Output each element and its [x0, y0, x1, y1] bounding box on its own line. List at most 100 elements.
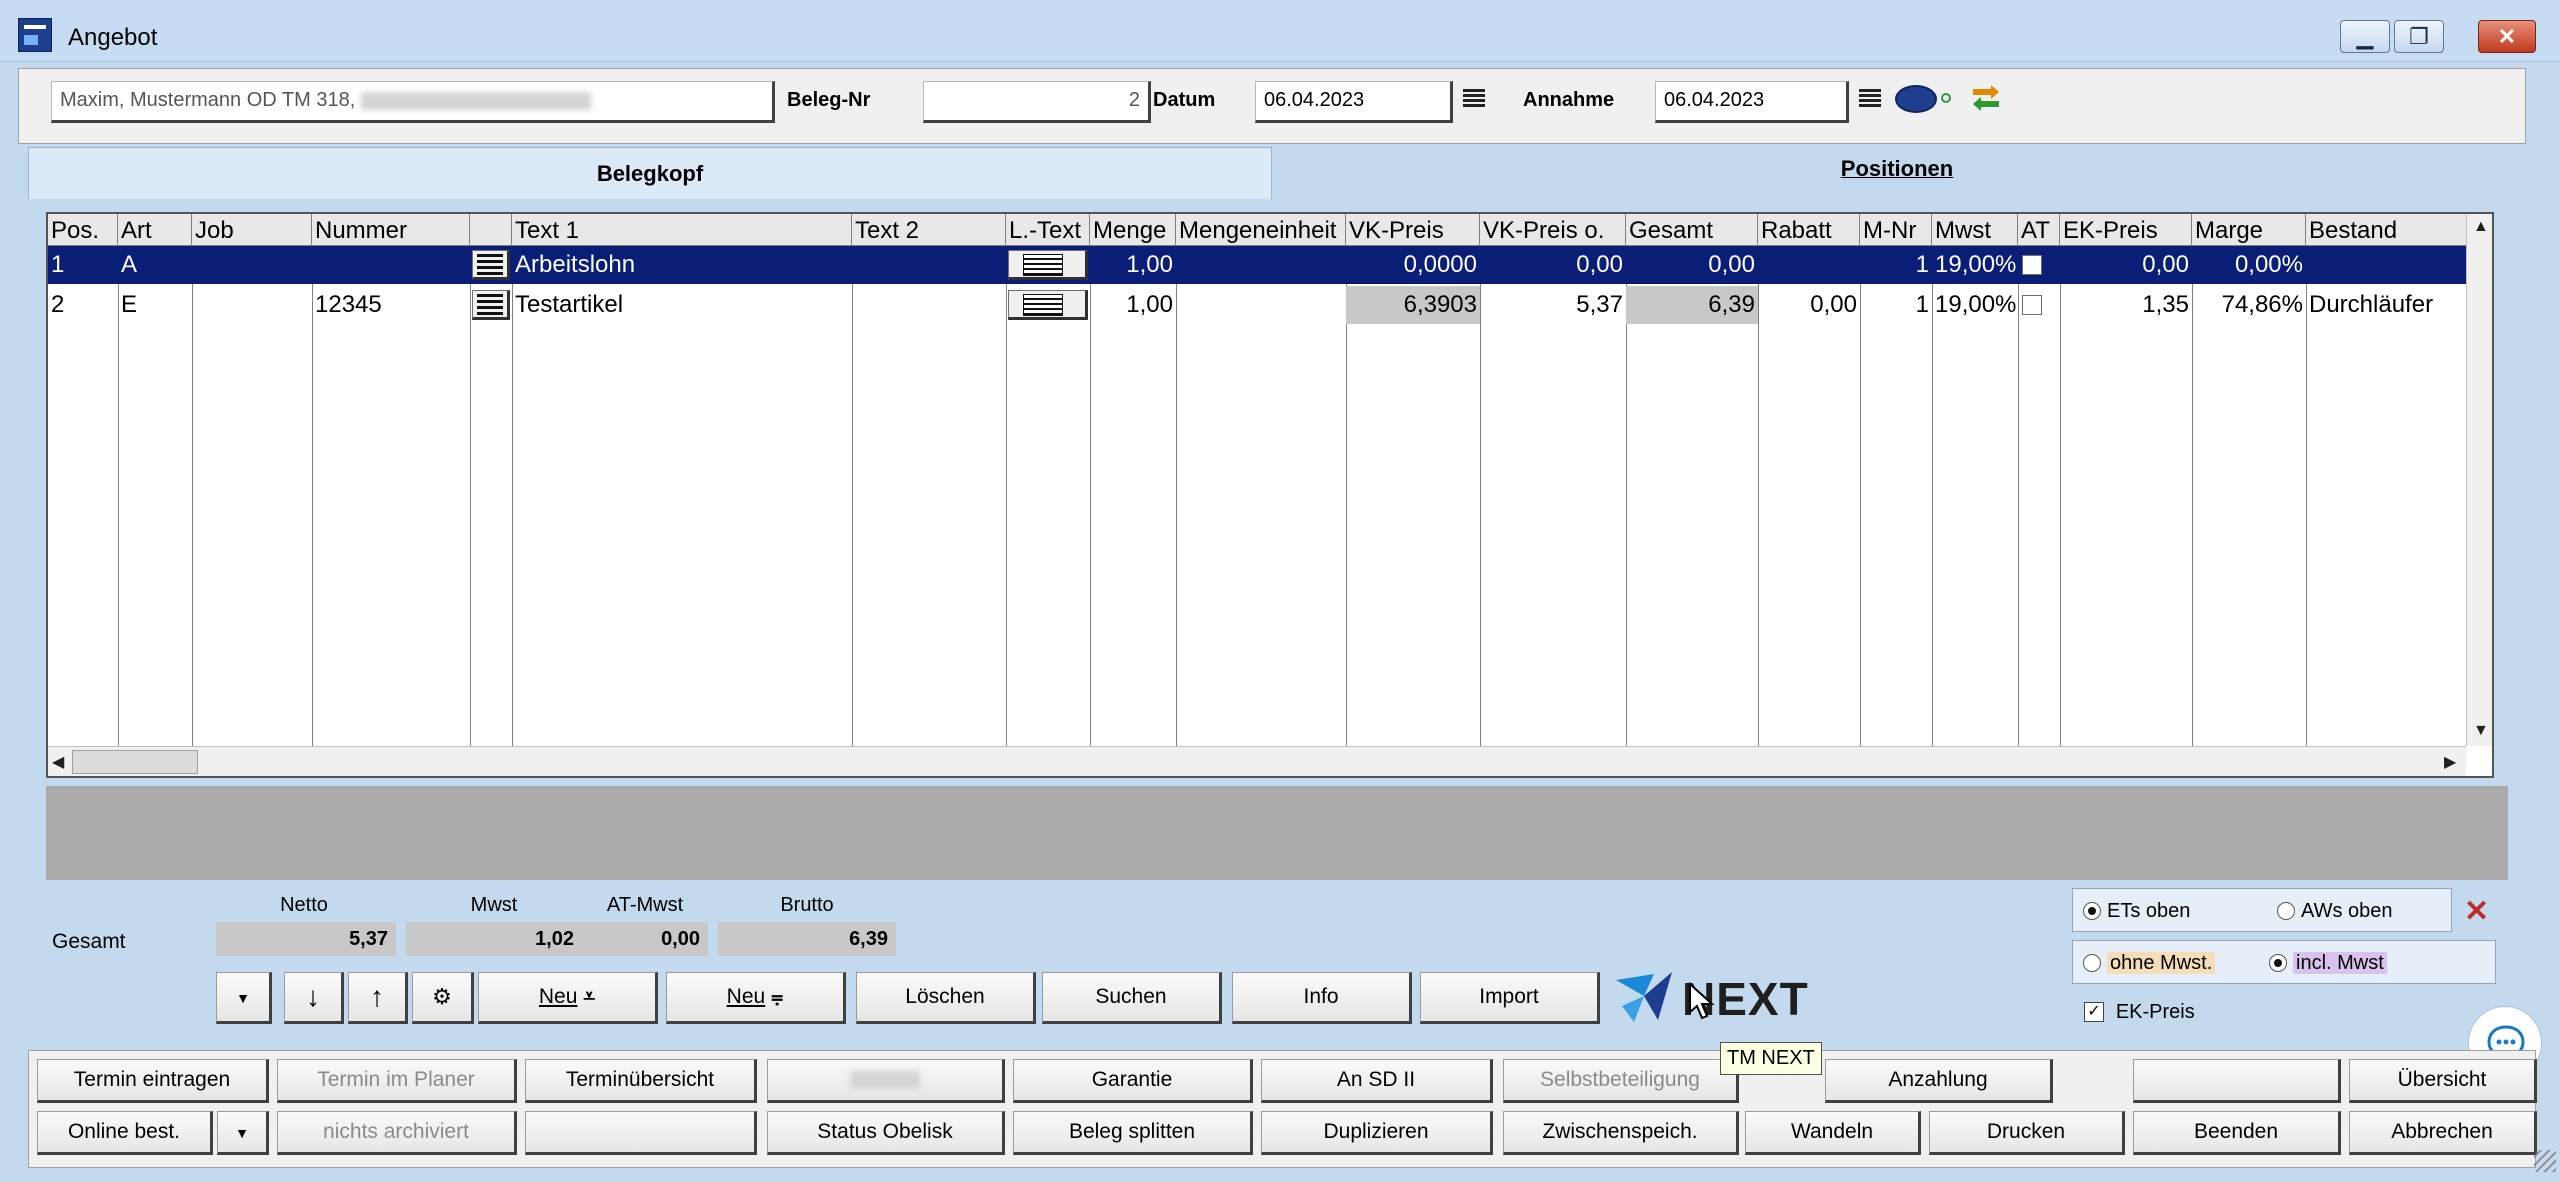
ohne-mwst-option[interactable]: ohne Mwst.	[2083, 951, 2216, 975]
col-nummer[interactable]: Nummer	[312, 214, 470, 246]
cell-menge: 1,00	[1126, 291, 1173, 318]
info-button[interactable]: Info	[1232, 972, 1412, 1024]
ek-preis-checkbox[interactable]: ✓	[2084, 1002, 2104, 1023]
redacted-button[interactable]	[767, 1059, 1005, 1103]
exchange-arrows-icon[interactable]	[1971, 83, 2001, 113]
col-menge[interactable]: Menge	[1090, 214, 1176, 246]
col-job[interactable]: Job	[192, 214, 312, 246]
col-vk-preis[interactable]: VK-Preis	[1346, 214, 1480, 246]
footer-button-panel: Termin eintragen Termin im Planer Termin…	[28, 1050, 2537, 1168]
minimize-button[interactable]: ▁	[2340, 20, 2390, 53]
tab-belegkopf[interactable]: Belegkopf	[28, 147, 1272, 199]
aws-oben-radio[interactable]	[2277, 902, 2295, 921]
positions-grid[interactable]: Pos. Art Job Nummer Text 1 Text 2 L.-Tex…	[46, 212, 2494, 778]
scroll-right-icon[interactable]: ▶	[2444, 752, 2456, 772]
ets-oben-option[interactable]: ETs oben	[2083, 899, 2190, 923]
duplizieren-button[interactable]: Duplizieren	[1261, 1111, 1493, 1155]
scroll-up-icon[interactable]: ▲	[2473, 218, 2489, 236]
table-row-selected[interactable]: 1 A Arbeitslohn 1,00 0,0000 0,00 0,00 1 …	[48, 246, 2466, 284]
col-rabatt[interactable]: Rabatt	[1758, 214, 1860, 246]
long-text-icon[interactable]	[1008, 250, 1088, 280]
table-row[interactable]: 2 E 12345 Testartikel 1,00 6,3903 5,37 6…	[48, 286, 2466, 324]
col-doc[interactable]	[470, 214, 512, 246]
nichts-archiviert-button[interactable]: nichts archiviert	[277, 1111, 517, 1155]
long-text-icon[interactable]	[1008, 290, 1088, 320]
resize-grip-icon[interactable]	[2534, 1150, 2556, 1172]
scroll-left-icon[interactable]: ◀	[52, 752, 64, 772]
cell-vk-preis-o: 5,37	[1576, 291, 1623, 318]
beleg-splitten-button[interactable]: Beleg splitten	[1013, 1111, 1253, 1155]
beenden-button[interactable]: Beenden	[2133, 1111, 2341, 1155]
drucken-button[interactable]: Drucken	[1929, 1111, 2125, 1155]
uebersicht-button[interactable]: Übersicht	[2349, 1059, 2537, 1103]
datum-field[interactable]: 06.04.2023	[1255, 81, 1453, 123]
settings-button[interactable]: ⚙	[412, 972, 474, 1024]
wandeln-button[interactable]: Wandeln	[1745, 1111, 1921, 1155]
anzahlung-button[interactable]: Anzahlung	[1825, 1059, 2053, 1103]
move-down-button[interactable]: ↓	[284, 972, 344, 1024]
col-bestand[interactable]: Bestand	[2306, 214, 2466, 246]
tab-positionen[interactable]: Positionen	[1272, 147, 2522, 199]
incl-mwst-radio[interactable]	[2269, 954, 2287, 973]
col-pos[interactable]: Pos.	[48, 214, 118, 246]
abbrechen-button[interactable]: Abbrechen	[2349, 1111, 2537, 1155]
scroll-down-icon[interactable]: ▼	[2473, 722, 2489, 740]
incl-mwst-option[interactable]: incl. Mwst	[2269, 951, 2387, 975]
document-list-icon[interactable]	[472, 250, 510, 280]
col-art[interactable]: Art	[118, 214, 192, 246]
ets-oben-radio[interactable]	[2083, 902, 2101, 921]
beleg-nr-field[interactable]: 2	[923, 81, 1151, 123]
aws-oben-label: AWs oben	[2301, 899, 2393, 922]
col-gesamt[interactable]: Gesamt	[1626, 214, 1758, 246]
aws-oben-option[interactable]: AWs oben	[2277, 899, 2393, 923]
neu-below-button[interactable]: Neu ⩡	[478, 972, 658, 1024]
import-button[interactable]: Import	[1420, 972, 1600, 1024]
dropdown-button[interactable]: ▼	[216, 972, 272, 1024]
horizontal-scrollbar[interactable]: ◀ ▶	[48, 746, 2466, 776]
vertical-scrollbar[interactable]: ▲ ▼	[2466, 214, 2492, 746]
neu-between-button[interactable]: Neu ⩦	[666, 972, 846, 1024]
col-marge[interactable]: Marge	[2192, 214, 2306, 246]
loeschen-button[interactable]: Löschen	[856, 972, 1036, 1024]
col-text2[interactable]: Text 2	[852, 214, 1006, 246]
status-obelisk-button[interactable]: Status Obelisk	[767, 1111, 1005, 1155]
suchen-button[interactable]: Suchen	[1042, 972, 1222, 1024]
at-checkbox[interactable]	[2022, 295, 2042, 315]
termin-eintragen-button[interactable]: Termin eintragen	[37, 1059, 269, 1103]
online-best-dropdown[interactable]: ▼	[217, 1111, 269, 1155]
customer-field[interactable]: Maxim, Mustermann OD TM 318,	[51, 81, 775, 123]
annahme-list-icon[interactable]	[1859, 87, 1881, 109]
close-button[interactable]: ✕	[2478, 20, 2536, 53]
annahme-field[interactable]: 06.04.2023	[1655, 81, 1849, 123]
col-ltext[interactable]: L.-Text	[1006, 214, 1090, 246]
an-sd-ii-button[interactable]: An SD II	[1261, 1059, 1493, 1103]
col-mwst[interactable]: Mwst	[1932, 214, 2018, 246]
selbstbeteiligung-button[interactable]: Selbstbeteiligung	[1503, 1059, 1739, 1103]
termin-im-planer-button[interactable]: Termin im Planer	[277, 1059, 517, 1103]
terminuebersicht-button[interactable]: Terminübersicht	[525, 1059, 757, 1103]
empty-button[interactable]	[2133, 1059, 2341, 1103]
col-m-nr[interactable]: M-Nr	[1860, 214, 1932, 246]
empty-footer-button[interactable]	[525, 1111, 757, 1155]
ohne-mwst-radio[interactable]	[2083, 954, 2101, 973]
cell-gesamt: 6,39	[1626, 286, 1758, 324]
cell-rabatt: 0,00	[1810, 291, 1857, 318]
col-text1[interactable]: Text 1	[512, 214, 852, 246]
scroll-thumb[interactable]	[72, 750, 198, 774]
ek-preis-option[interactable]: ✓ EK-Preis	[2084, 1000, 2195, 1024]
tooltip: TM NEXT	[1720, 1042, 1822, 1075]
restore-button[interactable]: ❐	[2394, 20, 2444, 53]
col-vk-preis-o[interactable]: VK-Preis o.	[1480, 214, 1626, 246]
online-best-button[interactable]: Online best.	[37, 1111, 213, 1155]
garantie-button[interactable]: Garantie	[1013, 1059, 1253, 1103]
col-at[interactable]: AT	[2018, 214, 2060, 246]
at-checkbox[interactable]	[2022, 255, 2042, 275]
col-ek-preis[interactable]: EK-Preis	[2060, 214, 2192, 246]
zwischenspeichern-button[interactable]: Zwischenspeich.	[1503, 1111, 1739, 1155]
datum-list-icon[interactable]	[1463, 87, 1485, 109]
document-list-icon[interactable]	[472, 290, 510, 320]
move-up-button[interactable]: ↑	[348, 972, 408, 1024]
col-mengeneinheit[interactable]: Mengeneinheit	[1176, 214, 1346, 246]
hella-logo-icon[interactable]	[1895, 85, 1937, 113]
red-close-icon[interactable]: ✕	[2464, 894, 2489, 929]
